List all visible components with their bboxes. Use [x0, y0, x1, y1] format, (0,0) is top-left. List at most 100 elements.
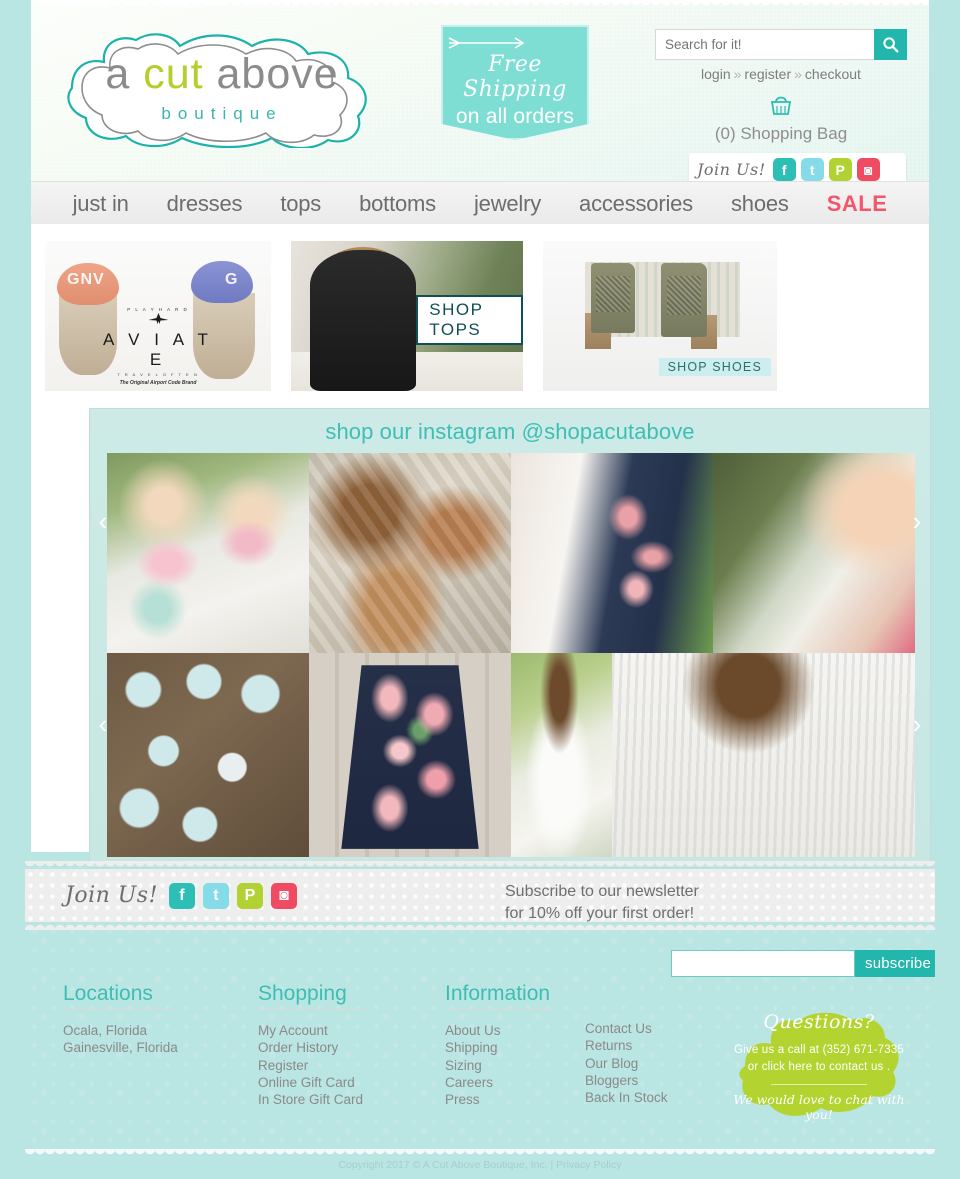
questions-line2[interactable]: or click here to contact us .: [748, 1060, 891, 1075]
free-shipping-badge[interactable]: Free Shipping on all orders: [441, 25, 589, 140]
newsletter-join-bar: Join Us! f t P ◙ Subscribe to our newsle…: [25, 861, 935, 930]
shopping-basket-icon: [770, 96, 792, 115]
ig-tile-navy-floral-dress[interactable]: [309, 653, 511, 857]
instagram-next-arrow-row1[interactable]: ›: [912, 504, 922, 538]
aviate-hats-banner[interactable]: GNV G P L A Y H A R D A V I A T E T R A …: [45, 241, 271, 391]
newsletter-line1: Subscribe to our newsletter: [505, 883, 699, 900]
newsletter-message: Subscribe to our newsletter for 10% off …: [505, 881, 699, 925]
footer-link-bloggers[interactable]: Bloggers: [585, 1072, 668, 1089]
facebook-icon[interactable]: f: [772, 158, 796, 181]
twitter-icon[interactable]: t: [800, 158, 824, 181]
instagram-grid: [107, 453, 915, 857]
nav-item-sale[interactable]: SALE: [808, 191, 907, 217]
footer-link-register[interactable]: Register: [258, 1057, 368, 1074]
register-link[interactable]: register: [744, 66, 791, 82]
logo-wordmark: a cut above boutique: [52, 28, 392, 148]
search-icon: [883, 37, 899, 53]
footer-column-locations: Locations Ocala, Florida Gainesville, Fl…: [63, 982, 178, 1057]
ig-tile-brown-sandals[interactable]: [309, 453, 511, 653]
shop-shoes-caption: SHOP SHOES: [658, 358, 771, 376]
link-separator-1: »: [733, 66, 742, 82]
footer-link-back-in-stock[interactable]: Back In Stock: [585, 1089, 668, 1106]
footer-location-ocala: Ocala, Florida: [63, 1023, 148, 1038]
nav-item-tops[interactable]: tops: [261, 191, 340, 217]
promo-banner-row: GNV G P L A Y H A R D A V I A T E T R A …: [45, 241, 915, 391]
questions-title: Questions?: [763, 1010, 875, 1033]
pinterest-icon[interactable]: P: [828, 158, 852, 181]
shop-tops-caption: SHOP TOPS: [416, 295, 523, 345]
shopping-bag-label: (0) Shopping Bag: [714, 124, 848, 143]
nav-item-shoes[interactable]: shoes: [712, 191, 808, 217]
ig-tile-white-dress-mannequin[interactable]: [511, 453, 713, 653]
footer-link-our-blog[interactable]: Our Blog: [585, 1055, 668, 1072]
pinterest-icon[interactable]: P: [236, 882, 263, 909]
footer-column-information: Information About Us Shipping Sizing Car…: [445, 982, 555, 1108]
footer-link-sizing[interactable]: Sizing: [445, 1057, 555, 1074]
footer-link-in-store-gift-card[interactable]: In Store Gift Card: [258, 1091, 368, 1108]
ig-tile-white-ruffle-dress[interactable]: [511, 653, 612, 857]
subscribe-email-input[interactable]: [671, 950, 855, 977]
footer-column-shopping: Shopping My Account Order History Regist…: [258, 982, 368, 1108]
aviate-brand-name: A V I A T E: [103, 330, 213, 369]
nav-item-jewelry[interactable]: jewelry: [455, 191, 560, 217]
instagram-prev-arrow-row1[interactable]: ‹: [98, 504, 108, 538]
questions-divider: [771, 1083, 867, 1085]
lace-trim-top: [31, 0, 929, 9]
footer-link-careers[interactable]: Careers: [445, 1074, 555, 1091]
shop-shoes-banner[interactable]: SHOP SHOES: [543, 241, 777, 391]
footer-title-locations: Locations: [63, 982, 173, 1010]
instagram-prev-arrow-row2[interactable]: ‹: [98, 707, 108, 741]
link-separator-2: »: [794, 66, 802, 82]
lace-trim-bottom: [25, 1149, 935, 1159]
arrow-right-icon: [448, 37, 525, 49]
footer-column-information-2: Contact Us Returns Our Blog Bloggers Bac…: [585, 1020, 668, 1106]
search-input[interactable]: [655, 29, 874, 60]
shopping-bag[interactable]: (0) Shopping Bag: [655, 92, 907, 144]
footer-link-returns[interactable]: Returns: [585, 1037, 668, 1054]
footer-link-order-history[interactable]: Order History: [258, 1039, 368, 1056]
questions-line1: Give us a call at (352) 671-7335: [733, 1043, 905, 1056]
nav-item-just-in[interactable]: just in: [54, 191, 148, 217]
search-form: [655, 29, 907, 60]
footer-link-about-us[interactable]: About Us: [445, 1022, 555, 1039]
aviate-brand-block: P L A Y H A R D A V I A T E T R A V E L …: [102, 307, 215, 386]
footer-link-contact-us[interactable]: Contact Us: [585, 1020, 668, 1037]
footer-link-online-gift-card[interactable]: Online Gift Card: [258, 1074, 368, 1091]
ig-tile-white-stripe-dress[interactable]: [612, 653, 915, 857]
nav-item-dresses[interactable]: dresses: [148, 191, 262, 217]
site-logo[interactable]: a cut above boutique: [52, 28, 392, 148]
login-link[interactable]: login: [701, 66, 731, 82]
footer-social-group: Join Us! f t P ◙: [65, 882, 305, 909]
questions-badge[interactable]: Questions? Give us a call at (352) 671-7…: [733, 1000, 905, 1132]
questions-line3: We would love to chat with you!: [733, 1091, 905, 1122]
search-button[interactable]: [874, 29, 907, 60]
twitter-icon[interactable]: t: [202, 882, 229, 909]
nav-item-bottoms[interactable]: bottoms: [340, 191, 455, 217]
main-content: GNV G P L A Y H A R D A V I A T E T R A …: [31, 224, 931, 868]
page-root: a cut above boutique Free Shipping on al…: [0, 0, 960, 1179]
instagram-next-arrow-row2[interactable]: ›: [912, 707, 922, 741]
checkout-link[interactable]: checkout: [805, 66, 861, 82]
shop-tops-banner[interactable]: SHOP TOPS: [291, 241, 523, 391]
instagram-icon[interactable]: ◙: [270, 882, 297, 909]
aviate-tagline-top: P L A Y H A R D: [127, 307, 189, 312]
join-us-label: Join Us!: [697, 160, 766, 179]
nav-item-accessories[interactable]: accessories: [560, 191, 712, 217]
subscribe-button[interactable]: subscribe: [855, 950, 935, 977]
footer-link-my-account[interactable]: My Account: [258, 1022, 368, 1039]
ig-tile-pink-stripe-top[interactable]: [713, 453, 915, 653]
join-us-label-footer: Join Us!: [65, 883, 158, 908]
aviate-tagline-bottom: The Original Airport Code Brand: [119, 380, 197, 386]
instagram-icon[interactable]: ◙: [856, 158, 880, 181]
footer-link-shipping[interactable]: Shipping: [445, 1039, 555, 1056]
ig-tile-floral-tee[interactable]: [107, 453, 309, 653]
logo-main-text: a cut above: [105, 49, 339, 98]
aviate-tagline-mid: T R A V E L O F T E N: [117, 372, 199, 377]
facebook-icon[interactable]: f: [168, 882, 195, 909]
account-links: login» register» checkout: [655, 66, 907, 82]
ig-tile-earrings-flatlay[interactable]: [107, 653, 309, 857]
footer-link-press[interactable]: Press: [445, 1091, 555, 1108]
main-navigation: just in dresses tops bottoms jewelry acc…: [31, 181, 929, 234]
instagram-section: shop our instagram @shopacutabove ‹ › ‹ …: [89, 408, 931, 868]
copyright-text: Copyright 2017 © A Cut Above Boutique, I…: [338, 1159, 622, 1171]
